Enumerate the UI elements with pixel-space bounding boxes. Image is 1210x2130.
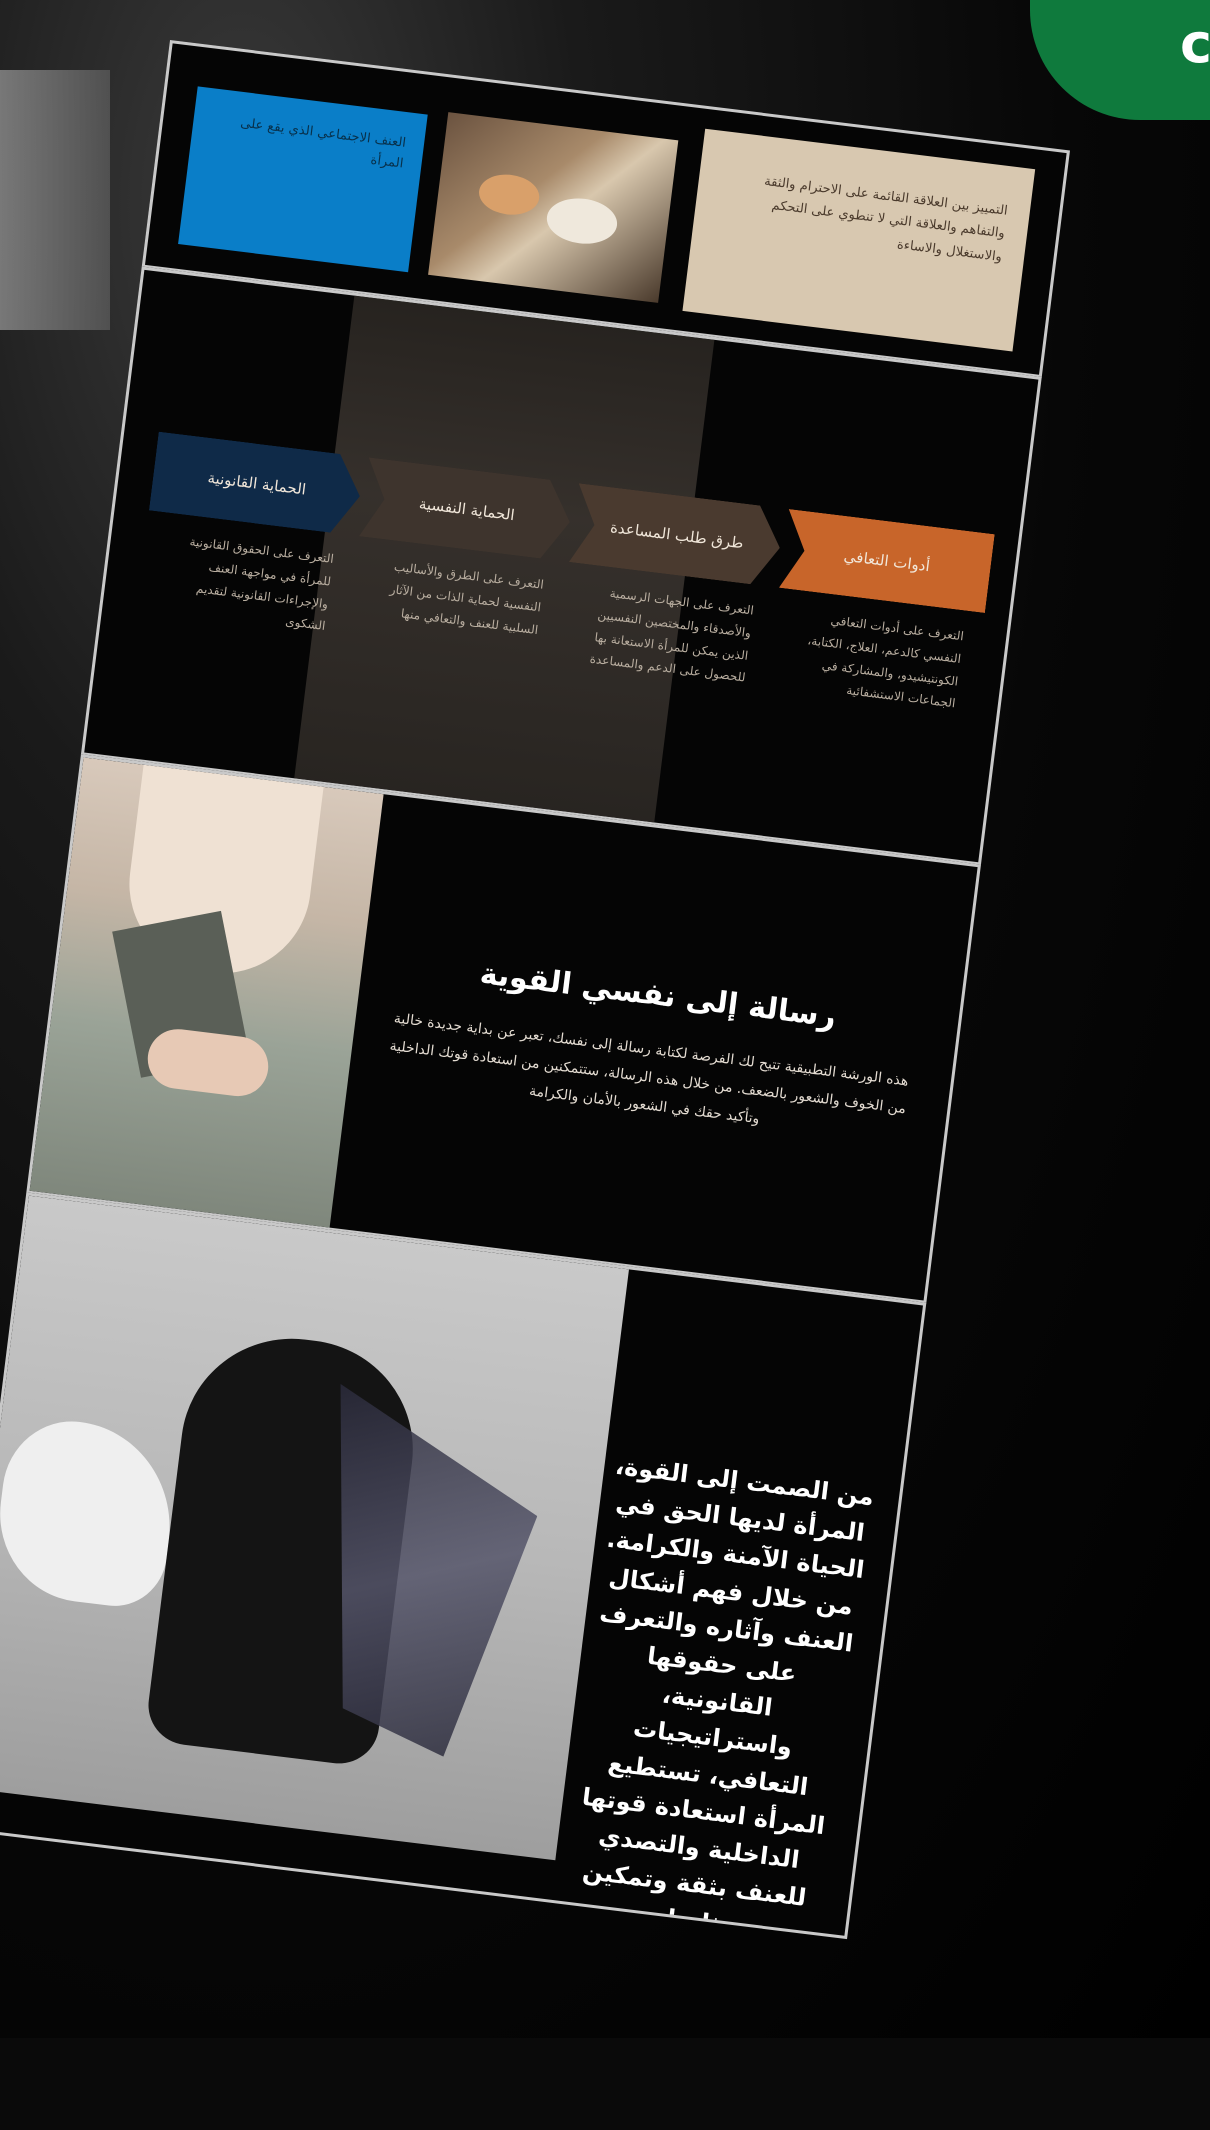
slide-panel-4: من الصمت إلى القوة، المرأة لديها الحق في… xyxy=(0,1192,927,1940)
orange-cat xyxy=(476,171,542,219)
letter-section: رسالة إلى نفسي القوية هذه الورشة التطبيق… xyxy=(378,946,926,1152)
step-label: أدوات التعافي xyxy=(842,546,931,576)
step-desc: التعرف على أدوات التعافي النفسي كالدعم، … xyxy=(806,613,965,711)
blue-card-text: العنف الاجتماعي الذي يقع على المرأة xyxy=(239,115,407,172)
background-wall-strip xyxy=(0,70,110,330)
beige-card-text: التمييز بين العلاقة القائمة على الاحترام… xyxy=(763,174,1009,265)
step-label: الحماية القانونية xyxy=(206,468,308,499)
horse-shape xyxy=(0,1413,182,1612)
step-legal-protection: الحماية القانونية xyxy=(149,432,365,536)
beige-card: التمييز بين العلاقة القائمة على الاحترام… xyxy=(682,128,1036,352)
corner-badge-letter: c xyxy=(1179,12,1210,75)
white-cat xyxy=(544,194,620,248)
blue-card: العنف الاجتماعي الذي يقع على المرأة xyxy=(178,86,428,273)
closing-statement: من الصمت إلى القوة، المرأة لديها الحق في… xyxy=(580,1451,876,1939)
girl-with-book-photo xyxy=(29,757,384,1228)
veiled-rider-photo xyxy=(0,1195,629,1861)
step-desc: التعرف على الحقوق القانونية للمرأة في مو… xyxy=(188,534,335,634)
step-label: الحماية النفسية xyxy=(418,494,516,525)
cats-photo xyxy=(428,112,679,303)
step-recovery-tools: أدوات التعافي xyxy=(779,509,995,613)
step-label: طرق طلب المساعدة xyxy=(609,518,745,553)
hands-shape xyxy=(144,1025,272,1100)
